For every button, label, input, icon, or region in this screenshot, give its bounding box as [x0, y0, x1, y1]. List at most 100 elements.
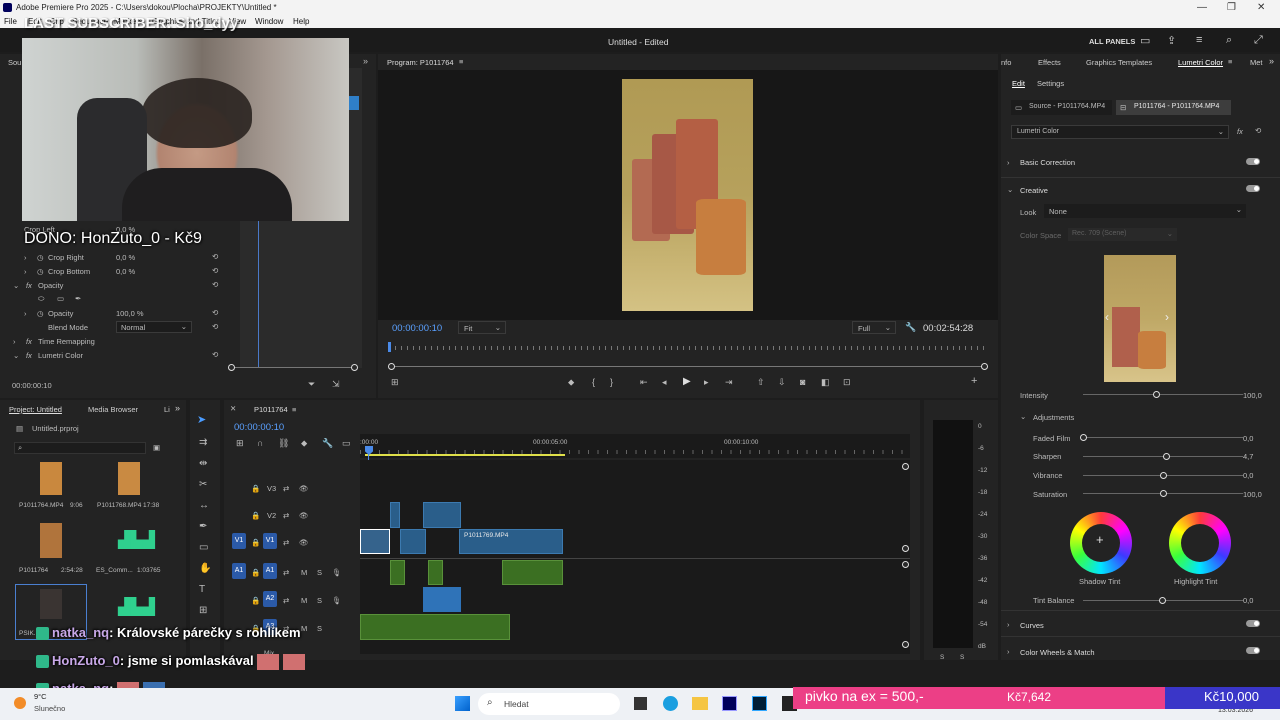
ec-zoom-bar[interactable] — [232, 367, 356, 368]
track-label-v1[interactable]: V1 — [263, 533, 277, 549]
lock-icon[interactable]: 🔒 — [251, 484, 260, 493]
library-tab[interactable]: Li — [164, 405, 170, 414]
mic-icon[interactable]: 🎙 — [332, 596, 342, 605]
prev-look-icon[interactable]: ‹ — [1105, 310, 1109, 324]
reset-icon[interactable]: ⟲ — [212, 350, 218, 359]
thumb-p1011768[interactable] — [118, 462, 140, 495]
vibrance-value[interactable]: 0,0 — [1243, 471, 1253, 480]
mic-icon[interactable]: 🎙 — [332, 568, 342, 577]
nest-icon[interactable]: ⊞ — [236, 438, 244, 449]
intensity-slider[interactable] — [1083, 394, 1243, 395]
captions-icon[interactable]: ⊞ — [199, 605, 207, 616]
audio-clip-a1[interactable] — [390, 560, 405, 585]
add-marker-icon[interactable]: ⬥ — [568, 377, 574, 388]
edit-subtab[interactable]: Edit — [1012, 79, 1025, 88]
rectangle-icon[interactable]: ▭ — [199, 542, 208, 553]
rect-mask-icon[interactable]: ▭ — [57, 294, 64, 303]
lock-icon[interactable]: 🔒 — [251, 511, 260, 520]
basic-correction-toggle[interactable] — [1246, 158, 1260, 165]
resolution-select[interactable]: Full ⌄ — [852, 321, 896, 334]
basic-correction-label[interactable]: Basic Correction — [1020, 158, 1075, 167]
wrench-icon[interactable]: 🔧 — [322, 438, 333, 449]
video-clip-v2[interactable] — [423, 502, 461, 528]
source-clip-button[interactable]: ▭ Source - P1011764.MP4 — [1011, 100, 1112, 115]
eye-icon[interactable]: 👁 — [299, 538, 309, 547]
lock-icon[interactable]: 🔒 — [251, 538, 260, 547]
lock-icon[interactable]: 🔒 — [251, 596, 260, 605]
solo-button[interactable]: S — [317, 596, 322, 605]
sync-icon[interactable]: ⇄ — [283, 596, 289, 605]
selection-tool-icon[interactable]: ➤ — [197, 413, 206, 426]
reset-icon[interactable]: ⟲ — [212, 280, 218, 289]
close-icon[interactable]: ✕ — [1257, 2, 1265, 13]
search-icon[interactable]: ⌕ — [1226, 34, 1232, 47]
marker-icon[interactable]: ⬥ — [301, 438, 307, 449]
video-clip-v1[interactable] — [400, 529, 426, 554]
collapse-arrow-icon[interactable]: ⌄ — [1007, 185, 1013, 194]
audio-waveform-icon[interactable]: ▟▙▟ — [118, 597, 155, 617]
mute-button[interactable]: M — [301, 596, 307, 605]
curves-toggle[interactable] — [1246, 620, 1260, 627]
solo-left[interactable]: S — [940, 654, 944, 661]
program-tab[interactable]: Program: P1011764 — [387, 58, 454, 67]
thumb-sequence[interactable] — [40, 523, 62, 558]
audio-clip-a1[interactable] — [428, 560, 443, 585]
expand-arrow-icon[interactable]: › — [1007, 158, 1010, 167]
play-icon[interactable]: ▶ — [683, 376, 691, 387]
audio-clip-a1[interactable] — [502, 560, 563, 585]
expand-arrow-icon[interactable]: › — [1007, 620, 1010, 629]
settings-subtab[interactable]: Settings — [1037, 79, 1064, 88]
minimize-icon[interactable]: — — [1197, 2, 1207, 13]
eye-icon[interactable]: 👁 — [299, 484, 309, 493]
type-icon[interactable]: T — [199, 584, 205, 595]
expand-panels-icon[interactable]: » — [363, 56, 368, 66]
panel-menu-icon[interactable]: ≡ — [1228, 57, 1232, 66]
explorer-icon[interactable] — [692, 697, 708, 710]
ec-zoom-left-handle[interactable] — [228, 364, 235, 371]
task-view-icon[interactable] — [634, 697, 647, 710]
effects-tab[interactable]: Effects — [1038, 58, 1061, 67]
saturation-knob[interactable] — [1160, 490, 1167, 497]
menu-icon[interactable]: ≡ — [1196, 34, 1202, 46]
go-to-out-icon[interactable]: ⇥ — [725, 377, 733, 388]
close-icon[interactable]: ✕ — [230, 404, 236, 413]
track-label-a1[interactable]: A1 — [263, 563, 277, 579]
collapse-arrow-icon[interactable]: ⌄ — [13, 281, 19, 290]
fit-select[interactable]: Fit ⌄ — [458, 321, 506, 334]
sync-icon[interactable]: ⇄ — [283, 484, 289, 493]
stopwatch-icon[interactable]: ◷ — [37, 267, 44, 276]
shadow-tint-wheel[interactable]: + — [1070, 512, 1132, 574]
media-browser-tab[interactable]: Media Browser — [88, 405, 138, 414]
pen-icon[interactable]: ✒ — [199, 521, 207, 532]
creative-toggle[interactable] — [1246, 185, 1260, 192]
menu-file[interactable]: File — [4, 17, 17, 26]
more-tabs-icon[interactable]: » — [1269, 56, 1274, 66]
program-zoom-left[interactable] — [388, 363, 395, 370]
tint-balance-value[interactable]: 0,0 — [1243, 596, 1253, 605]
all-panels-button[interactable]: ALL PANELS — [1089, 37, 1135, 46]
faded-film-slider[interactable] — [1083, 437, 1243, 438]
reset-icon[interactable]: ⟲ — [212, 322, 218, 331]
track-label-a2[interactable]: A2 — [263, 591, 277, 607]
step-forward-icon[interactable]: ▸ — [704, 377, 709, 388]
reset-icon[interactable]: ⟲ — [212, 308, 218, 317]
expand-arrow-icon[interactable]: › — [24, 309, 27, 318]
extract-icon[interactable]: ⇩ — [778, 377, 786, 388]
sync-icon[interactable]: ⇄ — [283, 538, 289, 547]
razor-icon[interactable]: ✂ — [199, 479, 207, 490]
mark-in-icon[interactable]: { — [592, 377, 595, 387]
program-playhead[interactable] — [388, 342, 391, 352]
new-bin-icon[interactable]: ▣ — [153, 443, 160, 452]
timeline-timecode[interactable]: 00:00:00:10 — [234, 422, 284, 433]
edge-icon[interactable] — [663, 696, 678, 711]
settings-icon[interactable]: ⊞ — [391, 377, 399, 388]
expand-arrow-icon[interactable]: › — [24, 267, 27, 276]
share-icon[interactable]: ⇪ — [1167, 34, 1176, 47]
sync-icon[interactable]: ⇄ — [283, 511, 289, 520]
ripple-edit-icon[interactable]: ⇹ — [199, 458, 207, 469]
premiere-taskbar-icon[interactable] — [722, 696, 737, 711]
sequence-clip-button[interactable]: ⊟ P1011764 - P1011764.MP4 — [1116, 100, 1231, 115]
track-scroll-handle[interactable] — [902, 545, 909, 552]
saturation-value[interactable]: 100,0 — [1243, 490, 1262, 499]
next-look-icon[interactable]: › — [1165, 310, 1169, 324]
